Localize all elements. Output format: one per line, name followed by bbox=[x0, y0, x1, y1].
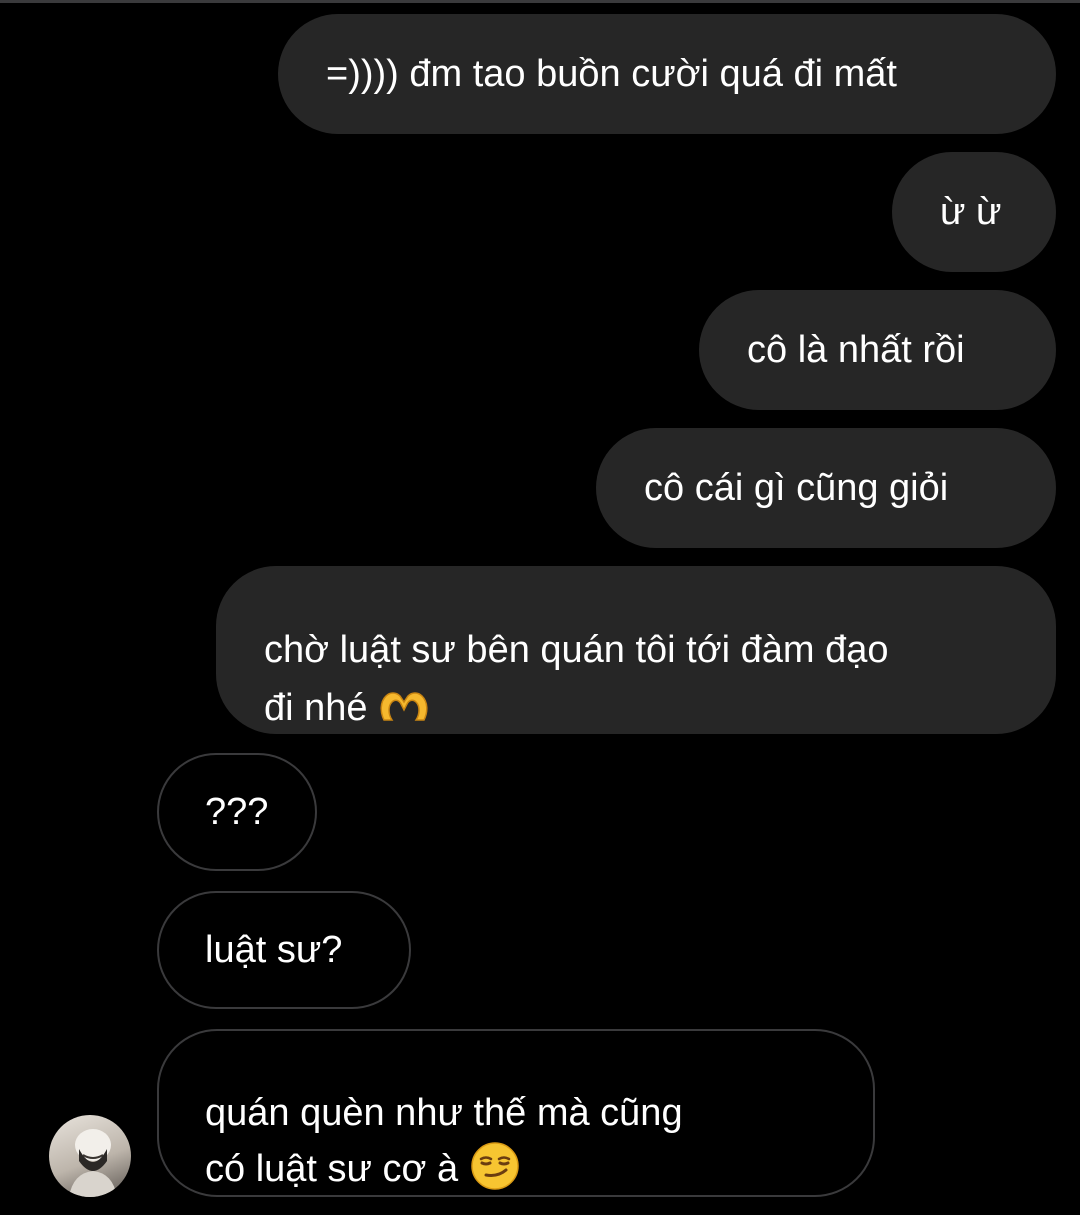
message-text: chờ luật sư bên quán tôi tới đàm đạo đi … bbox=[264, 629, 889, 729]
message-bubble-sent[interactable]: chờ luật sư bên quán tôi tới đàm đạo đi … bbox=[216, 566, 1056, 734]
avatar-image bbox=[69, 1129, 117, 1197]
message-bubble-sent[interactable]: cô cái gì cũng giỏi bbox=[596, 428, 1056, 548]
message-text: ??? bbox=[205, 791, 269, 833]
message-bubble-received[interactable]: quán quèn như thế mà cũng có luật sư cơ … bbox=[157, 1029, 875, 1197]
message-text: =)))) đm tao buồn cười quá đi mất bbox=[326, 53, 897, 95]
message-bubble-received[interactable]: luật sư? bbox=[157, 891, 411, 1009]
message-bubble-sent[interactable]: =)))) đm tao buồn cười quá đi mất bbox=[278, 14, 1056, 134]
message-content: chờ luật sư bên quán tôi tới đàm đạo đi … bbox=[264, 563, 889, 737]
smirk-emoji bbox=[471, 1142, 519, 1190]
message-bubble-received[interactable]: ??? bbox=[157, 753, 317, 871]
message-text: cô cái gì cũng giỏi bbox=[644, 467, 949, 509]
message-content: quán quèn như thế mà cũng có luật sư cơ … bbox=[205, 1029, 683, 1197]
message-bubble-sent[interactable]: cô là nhất rồi bbox=[699, 290, 1056, 410]
heart-hands-emoji bbox=[380, 692, 428, 721]
message-text: cô là nhất rồi bbox=[747, 329, 965, 371]
message-text: quán quèn như thế mà cũng có luật sư cơ … bbox=[205, 1092, 683, 1190]
message-text: luật sư? bbox=[205, 929, 343, 971]
message-text: ừ ừ bbox=[940, 191, 1002, 233]
header-divider bbox=[0, 0, 1080, 3]
message-bubble-sent[interactable]: ừ ừ bbox=[892, 152, 1056, 272]
avatar[interactable] bbox=[49, 1115, 131, 1197]
